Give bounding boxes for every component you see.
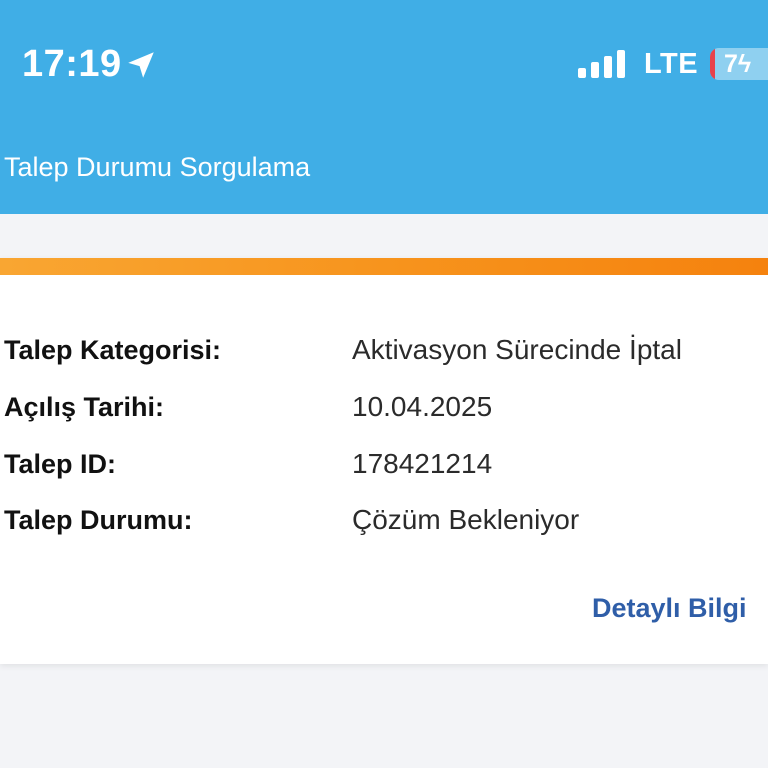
battery-charging-icon: 7ϟ [710, 48, 768, 80]
signal-bars-icon [578, 50, 625, 78]
network-type: LTE [644, 48, 699, 80]
status-label: Talep Durumu: [4, 505, 193, 535]
open-date-label: Açılış Tarihi: [4, 392, 165, 422]
battery-level-fill [710, 48, 715, 80]
status-time: 17:19 [22, 43, 122, 85]
category-value: Aktivasyon Sürecinde İptal [352, 334, 682, 365]
request-id-value: 178421214 [352, 448, 493, 479]
status-value: Çözüm Bekleniyor [352, 504, 580, 535]
row-open-date: Açılış Tarihi: 10.04.2025 [0, 385, 768, 429]
details-link[interactable]: Detaylı Bilgi [592, 586, 747, 630]
battery-level: 7ϟ [724, 50, 752, 78]
app-header: 17:19 LTE 7ϟ Talep Durumu Sorgulama [0, 0, 768, 214]
category-label: Talep Kategorisi: [4, 335, 222, 365]
row-status: Talep Durumu: Çözüm Bekleniyor [0, 498, 768, 542]
request-id-label: Talep ID: [4, 449, 117, 479]
location-arrow-icon [128, 52, 154, 78]
card-accent-bar [0, 258, 768, 275]
row-category: Talep Kategorisi: Aktivasyon Sürecinde İ… [0, 328, 768, 372]
row-request-id: Talep ID: 178421214 [0, 442, 768, 486]
charging-bolt-icon: ϟ [737, 50, 752, 78]
page-title: Talep Durumu Sorgulama [4, 152, 311, 182]
open-date-value: 10.04.2025 [352, 391, 493, 422]
